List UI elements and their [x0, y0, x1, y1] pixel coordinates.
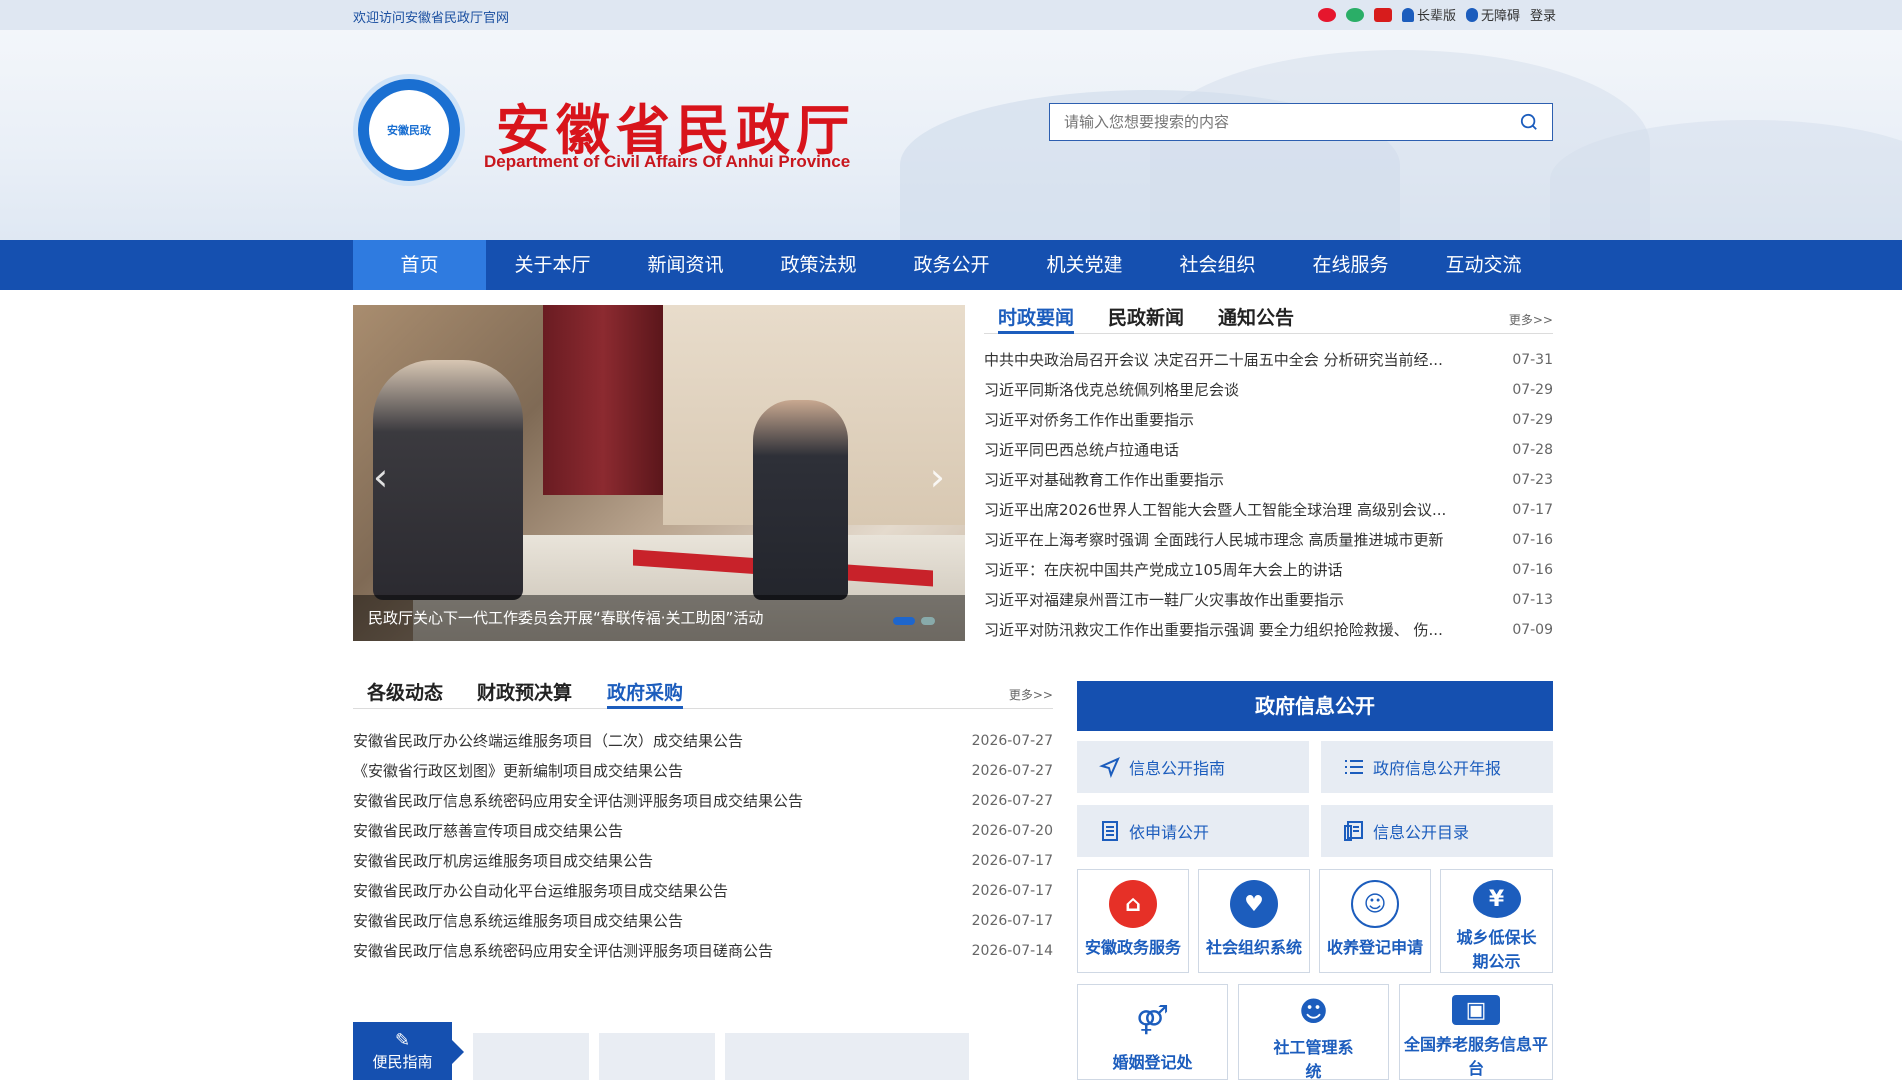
search-box	[1049, 103, 1553, 141]
news-list: 中共中央政治局召开会议 决定召开二十届五中全会 分析研究当前经... 07-31 …	[984, 345, 1553, 645]
wechat-icon[interactable]	[1345, 7, 1364, 22]
list-item[interactable]: 习近平对侨务工作作出重要指示 07-29	[984, 405, 1553, 435]
site-header: 安徽民政 安徽省民政厅 Department of Civil Affairs …	[0, 30, 1902, 240]
elder-version-link[interactable]: 长辈版	[1401, 5, 1456, 24]
list-item[interactable]: 习近平对福建泉州晋江市一鞋厂火灾事故作出重要指示 07-13	[984, 585, 1553, 615]
site-logo[interactable]: 安徽民政	[353, 74, 465, 186]
nav-item-affairs[interactable]: 政务公开	[885, 240, 1018, 290]
list-item[interactable]: 安徽省民政厅信息系统密码应用安全评估测评服务项目成交结果公告 2026-07-27	[353, 786, 1053, 816]
nav-item-orgs[interactable]: 社会组织	[1151, 240, 1284, 290]
list-item[interactable]: 习近平同巴西总统卢拉通电话 07-28	[984, 435, 1553, 465]
convenience-guide-tab[interactable]: ✎ 便民指南	[353, 1022, 464, 1080]
annual-report-button[interactable]: 政府信息公开年报	[1321, 741, 1553, 793]
nav-item-online[interactable]: 在线服务	[1284, 240, 1417, 290]
slider-dot[interactable]	[893, 617, 915, 625]
feather-icon: ✎	[394, 1030, 411, 1051]
list-item[interactable]: 习近平：在庆祝中国共产党成立105周年大会上的讲话 07-16	[984, 555, 1553, 585]
list-item[interactable]: 安徽省民政厅慈善宣传项目成交结果公告 2026-07-20	[353, 816, 1053, 846]
apply-disclosure-button[interactable]: 依申请公开	[1077, 805, 1309, 857]
list-item[interactable]: 《安徽省行政区划图》更新编制项目成交结果公告 2026-07-27	[353, 756, 1053, 786]
nav-item-about[interactable]: 关于本厅	[486, 240, 619, 290]
photo-slider[interactable]: ‹ › 民政厅关心下一代工作委员会开展“春联传福·关工助困”活动	[353, 305, 965, 641]
list-item[interactable]: 安徽省民政厅办公自动化平台运维服务项目成交结果公告 2026-07-17	[353, 876, 1053, 906]
service-marriage[interactable]: ⚤ 婚姻登记处	[1077, 984, 1228, 1080]
slide-photo-person	[373, 360, 523, 600]
main-nav: 首页 关于本厅 新闻资讯 政策法规 政务公开 机关党建 社会组织 在线服务 互动…	[0, 240, 1902, 290]
info-catalog-button[interactable]: 信息公开目录	[1321, 805, 1553, 857]
service-anhui-gov[interactable]: ⌂ 安徽政务服务	[1077, 869, 1189, 973]
slide-caption[interactable]: 民政厅关心下一代工作委员会开展“春联传福·关工助困”活动	[353, 595, 965, 641]
guide-card[interactable]	[473, 1033, 589, 1080]
list-item[interactable]: 习近平出席2026世界人工智能大会暨人工智能全球治理 高级别会议... 07-17	[984, 495, 1553, 525]
info-guide-button[interactable]: 信息公开指南	[1077, 741, 1309, 793]
nav-item-interact[interactable]: 互动交流	[1417, 240, 1550, 290]
procurement-tabs: 各级动态 财政预决算 政府采购 更多>>	[353, 678, 1053, 709]
service-social-work[interactable]: ☻ 社工管理系统	[1238, 984, 1389, 1081]
list-icon	[1345, 760, 1363, 774]
list-item[interactable]: 习近平同斯洛伐克总统佩列格里尼会谈 07-29	[984, 375, 1553, 405]
toutiao-icon[interactable]	[1373, 7, 1392, 22]
slider-prev-arrow[interactable]: ‹	[373, 455, 388, 499]
nav-item-party[interactable]: 机关党建	[1018, 240, 1151, 290]
anhui-gov-logo-icon: ⌂	[1109, 880, 1157, 928]
top-tools: 长辈版 无障碍 登录	[1317, 5, 1556, 24]
list-item[interactable]: 中共中央政治局召开会议 决定召开二十届五中全会 分析研究当前经... 07-31	[984, 345, 1553, 375]
list-item[interactable]: 安徽省民政厅信息系统密码应用安全评估测评服务项目磋商公告 2026-07-14	[353, 936, 1053, 966]
welcome-text: 欢迎访问安徽省民政厅官网	[353, 11, 510, 26]
nav-item-home[interactable]: 首页	[353, 240, 486, 290]
more-link[interactable]: 更多>>	[1509, 311, 1553, 328]
top-bar: 欢迎访问安徽省民政厅官网 长辈版 无障碍 登录	[0, 0, 1902, 30]
document-icon	[1102, 821, 1118, 841]
weibo-icon[interactable]	[1317, 7, 1336, 22]
list-item[interactable]: 习近平对防汛救灾工作作出重要指示强调 要全力组织抢险救援、 伤... 07-09	[984, 615, 1553, 645]
service-social-org[interactable]: ♥ 社会组织系统	[1198, 869, 1310, 973]
tab-procurement[interactable]: 政府采购	[607, 678, 684, 709]
accessibility-link[interactable]: 无障碍	[1465, 5, 1520, 24]
gov-info-title[interactable]: 政府信息公开	[1077, 681, 1553, 731]
service-subsistence[interactable]: ¥ 城乡低保长期公示	[1440, 869, 1553, 973]
tab-politics[interactable]: 时政要闻	[998, 303, 1075, 334]
list-item[interactable]: 安徽省民政厅信息系统运维服务项目成交结果公告 2026-07-17	[353, 906, 1053, 936]
guide-card[interactable]	[725, 1033, 969, 1080]
service-elderly-care[interactable]: ▣ 全国养老服务信息平台	[1399, 984, 1553, 1080]
slide-photo-person	[753, 400, 848, 600]
search-icon[interactable]	[1520, 113, 1538, 131]
site-subtitle: Department of Civil Affairs Of Anhui Pro…	[484, 152, 851, 171]
yuan-icon: ¥	[1472, 880, 1521, 918]
news-tabs: 时政要闻 民政新闻 通知公告 更多>>	[984, 303, 1553, 334]
slider-dot[interactable]	[921, 617, 935, 625]
nav-item-news[interactable]: 新闻资讯	[619, 240, 752, 290]
list-item[interactable]: 安徽省民政厅办公终端运维服务项目（二次）成交结果公告 2026-07-27	[353, 726, 1053, 756]
tab-notices[interactable]: 通知公告	[1218, 303, 1294, 334]
navigation-arrow-icon	[1099, 757, 1120, 778]
handshake-icon: ♥	[1230, 880, 1278, 928]
list-item[interactable]: 习近平对基础教育工作作出重要指示 07-23	[984, 465, 1553, 495]
catalog-icon	[1344, 821, 1363, 841]
tab-civil-news[interactable]: 民政新闻	[1108, 303, 1184, 334]
slide-photo-curtain	[543, 305, 663, 495]
couple-icon: ⚤	[1128, 995, 1177, 1043]
person-icon	[1401, 7, 1414, 22]
list-item[interactable]: 安徽省民政厅机房运维服务项目成交结果公告 2026-07-17	[353, 846, 1053, 876]
slider-dots	[893, 617, 935, 625]
search-input[interactable]	[1050, 104, 1490, 140]
monitor-person-icon: ▣	[1452, 995, 1500, 1025]
procurement-list: 安徽省民政厅办公终端运维服务项目（二次）成交结果公告 2026-07-27 《安徽…	[353, 726, 1053, 966]
guide-card[interactable]	[599, 1033, 715, 1080]
more-link[interactable]: 更多>>	[1009, 686, 1053, 703]
tab-level-news[interactable]: 各级动态	[367, 678, 443, 709]
nav-item-policy[interactable]: 政策法规	[752, 240, 885, 290]
wheelchair-icon	[1465, 7, 1478, 22]
service-adoption[interactable]: ☺ 收养登记申请	[1319, 869, 1431, 973]
slider-next-arrow[interactable]: ›	[930, 455, 945, 499]
people-icon: ☻	[1289, 995, 1338, 1028]
login-link[interactable]: 登录	[1530, 5, 1556, 24]
baby-icon: ☺	[1351, 880, 1399, 928]
tab-budget[interactable]: 财政预决算	[477, 678, 572, 709]
list-item[interactable]: 习近平在上海考察时强调 全面践行人民城市理念 高质量推进城市更新 07-16	[984, 525, 1553, 555]
